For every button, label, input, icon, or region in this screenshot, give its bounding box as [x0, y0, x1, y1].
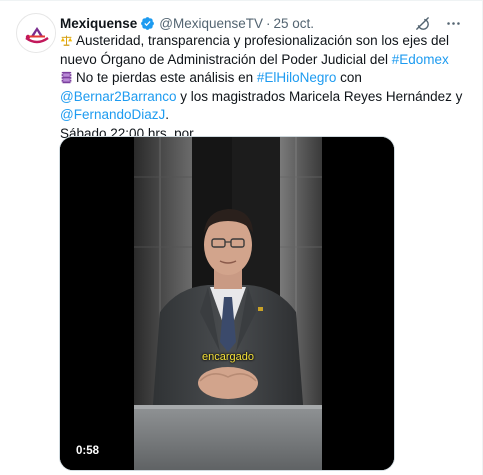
hashtag-elhilonegro[interactable]: #ElHiloNegro — [257, 70, 337, 85]
header-actions — [414, 13, 462, 33]
more-options-icon[interactable] — [445, 15, 462, 32]
author-handle[interactable]: @MexiquenseTV — [159, 16, 263, 31]
scales-icon — [60, 35, 73, 46]
verified-badge-icon — [141, 16, 155, 30]
mexiquense-logo-icon — [18, 15, 55, 52]
film-icon — [61, 71, 72, 84]
tweet-card[interactable]: Mexiquense @MexiquenseTV · 25 oct. Auste… — [0, 0, 483, 475]
video-duration: 0:58 — [76, 445, 100, 457]
video-frame — [60, 137, 394, 470]
line1-text: Austeridad, transparencia y profesionali… — [60, 33, 449, 67]
line2-text-a: No te pierdas este análisis en — [76, 70, 257, 85]
video-caption: encargado — [202, 351, 254, 363]
grok-icon[interactable] — [414, 15, 431, 32]
avatar[interactable] — [16, 13, 56, 53]
tweet-header: Mexiquense @MexiquenseTV · 25 oct. — [60, 13, 470, 33]
mention-bernar2barranco[interactable]: @Bernar2Barranco — [60, 89, 177, 104]
author-name[interactable]: Mexiquense — [60, 16, 137, 31]
mention-fernandodiazj[interactable]: @FernandoDiazJ — [60, 107, 165, 122]
video-player[interactable]: encargado 0:58 — [59, 136, 395, 471]
separator-dot: · — [266, 15, 271, 31]
hashtag-edomex[interactable]: #Edomex — [392, 52, 449, 67]
line2-text-d: . — [165, 107, 170, 122]
tweet-date[interactable]: 25 oct. — [274, 16, 315, 31]
line2-text-c: y los magistrados Maricela Reyes Hernánd… — [176, 88, 463, 104]
line2-text-b: con — [336, 70, 362, 85]
